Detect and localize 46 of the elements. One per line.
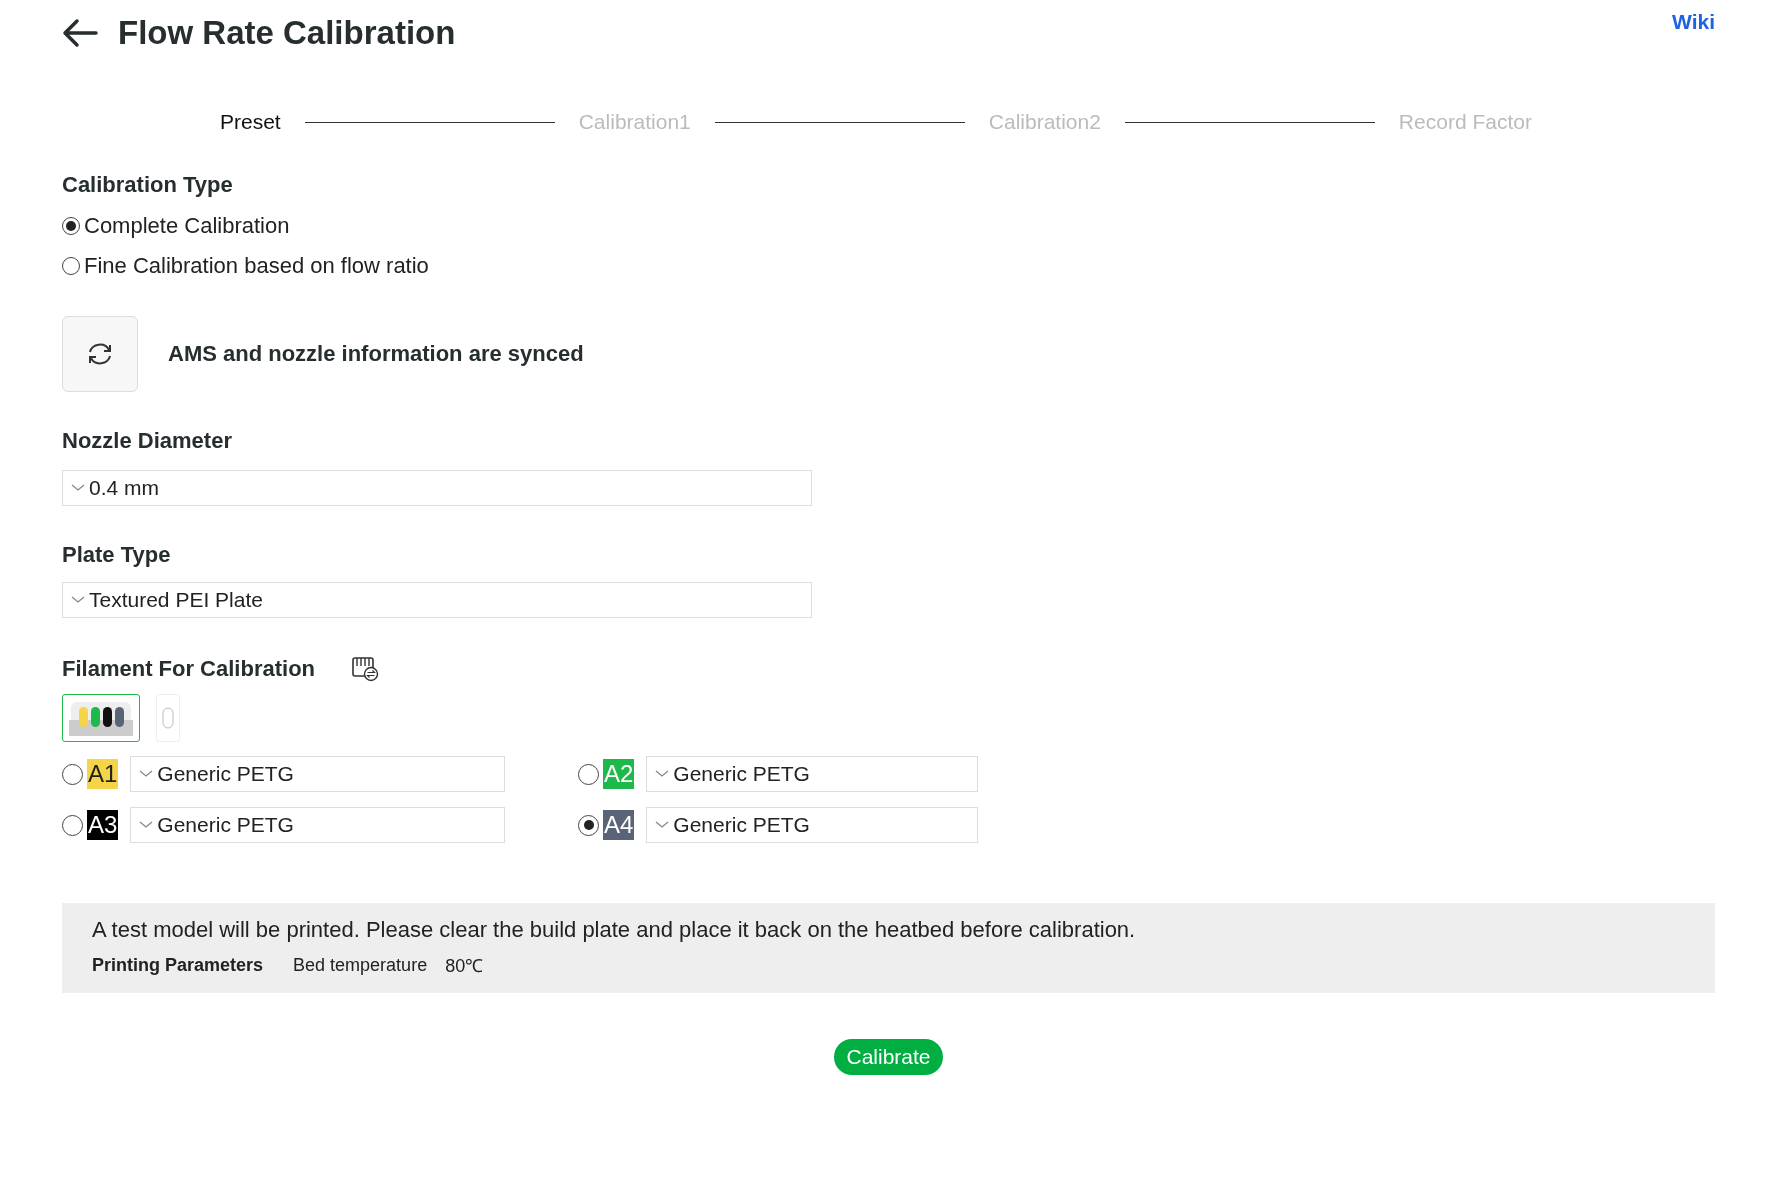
step-label: Record Factor — [1398, 110, 1532, 134]
chevron-down-icon — [655, 821, 670, 829]
filament-source-tab[interactable] — [62, 694, 140, 742]
param-name: Bed temperature — [293, 954, 428, 976]
spool-icon — [162, 707, 174, 729]
chevron-down-icon — [655, 770, 670, 778]
back-arrow-icon[interactable] — [62, 18, 98, 48]
filament-switch-icon[interactable] — [351, 656, 380, 682]
page-title: Flow Rate Calibration — [118, 14, 457, 52]
radio-button[interactable] — [578, 814, 599, 836]
filament-dropdown[interactable]: Generic PETG — [130, 756, 506, 792]
filament-dropdown[interactable]: Generic PETG — [130, 807, 506, 843]
params-label: Printing Parameters — [92, 954, 264, 976]
nozzle-diameter-dropdown[interactable]: 0.4 mm — [62, 470, 812, 506]
chevron-down-icon — [139, 770, 154, 778]
slot-tag: A1 — [87, 759, 119, 789]
sync-button[interactable] — [62, 316, 138, 392]
radio-button[interactable] — [62, 217, 80, 235]
step-label: Calibration2 — [988, 110, 1101, 134]
section-label: Filament For Calibration — [62, 656, 316, 682]
slot-tag: A3 — [87, 810, 119, 840]
radio-button[interactable] — [62, 814, 83, 836]
wiki-link[interactable]: Wiki — [1672, 10, 1715, 34]
slot-tag: A4 — [603, 810, 635, 840]
radio-label: Complete Calibration — [84, 213, 290, 239]
radio-button[interactable] — [578, 763, 599, 785]
sync-icon — [86, 342, 114, 366]
step-label: Calibration1 — [578, 110, 691, 134]
sync-status: AMS and nozzle information are synced — [168, 341, 584, 367]
step-label: Preset — [220, 110, 281, 134]
section-label: Plate Type — [62, 542, 172, 568]
section-label: Calibration Type — [62, 172, 234, 198]
chevron-down-icon — [139, 821, 154, 829]
slot-tag: A2 — [603, 759, 635, 789]
ams-spools-icon — [69, 700, 133, 736]
notice-text: A test model will be printed. Please clear the build plate and place it back on the heatbed before calibration. — [92, 917, 1137, 943]
radio-label: Fine Calibration based on flow ratio — [84, 253, 429, 279]
chevron-down-icon — [71, 484, 85, 492]
filament-dropdown[interactable]: Generic PETG — [646, 756, 978, 792]
section-label: Nozzle Diameter — [62, 428, 233, 454]
radio-button[interactable] — [62, 763, 83, 785]
plate-type-dropdown[interactable]: Textured PEI Plate — [62, 582, 812, 618]
chevron-down-icon — [71, 596, 85, 604]
filament-dropdown[interactable]: Generic PETG — [646, 807, 978, 843]
radio-button[interactable] — [62, 257, 80, 275]
param-value: 80℃ — [445, 955, 484, 977]
